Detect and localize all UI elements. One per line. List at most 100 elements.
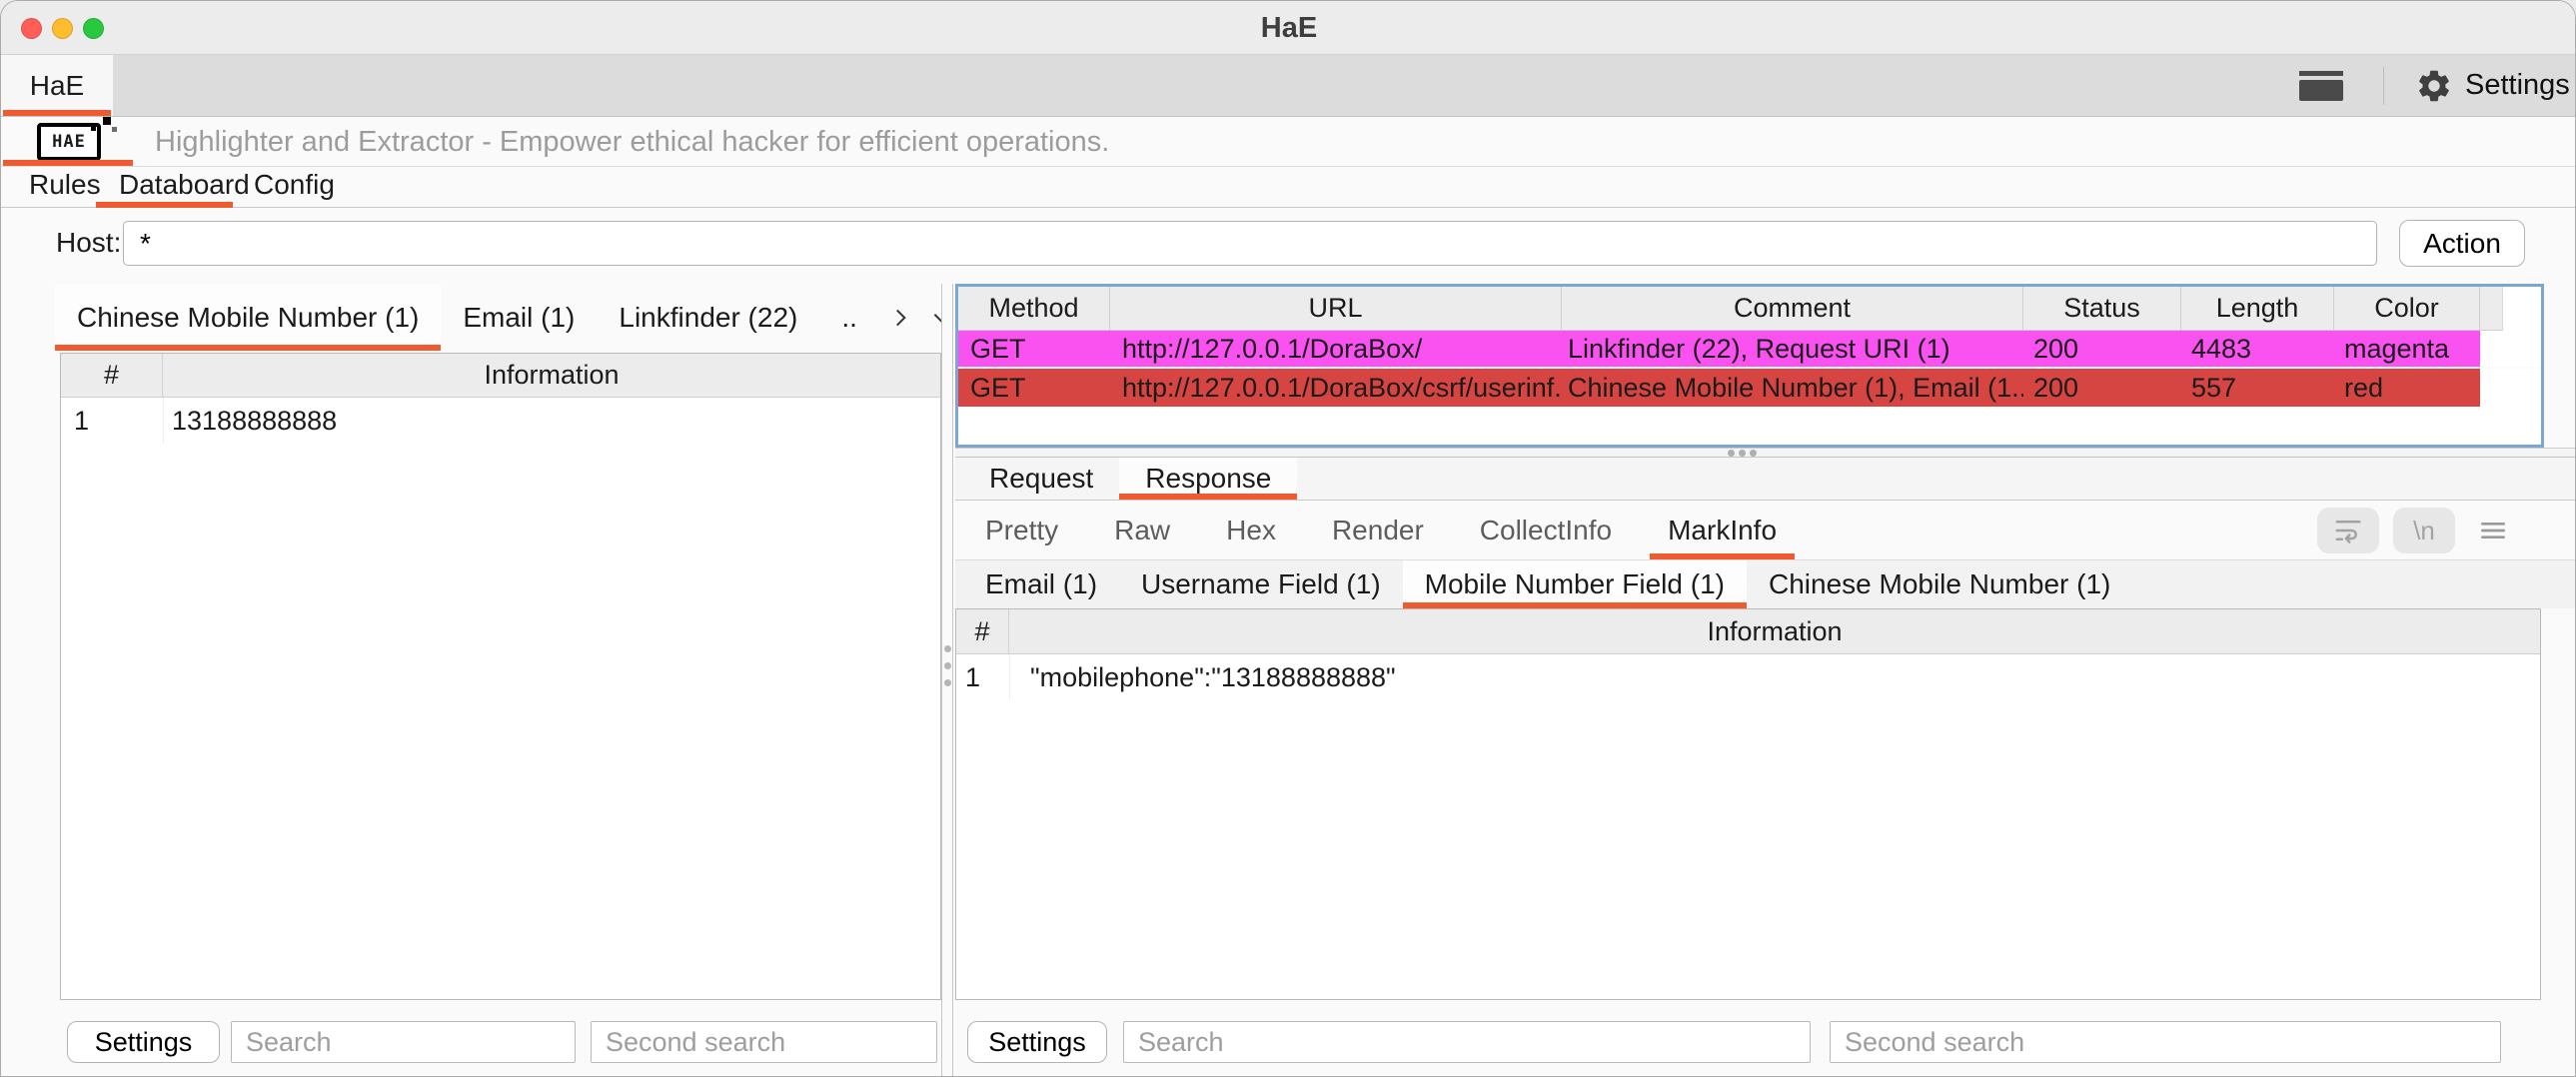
host-input[interactable] — [123, 221, 2377, 266]
cell-url: http://127.0.0.1/DoraBox/csrf/userinf... — [1122, 373, 1562, 404]
left-second-search-input[interactable] — [591, 1021, 937, 1063]
tab-collectinfo[interactable]: CollectInfo — [1452, 501, 1640, 559]
extension-banner: HAE Highlighter and Extractor - Empower … — [1, 117, 2576, 167]
logo-sparkle-icon — [103, 117, 111, 125]
column-header-method[interactable]: Method — [958, 287, 1110, 331]
newline-icon[interactable]: \n — [2393, 508, 2455, 553]
tab-render[interactable]: Render — [1304, 501, 1452, 559]
hae-logo-text: HAE — [52, 132, 86, 152]
tab-linkfinder[interactable]: Linkfinder (22) — [597, 284, 819, 351]
column-header-status[interactable]: Status — [2023, 287, 2181, 331]
titlebar: HaE — [1, 1, 2576, 55]
url-table-header: Method URL Comment Status Length Color — [958, 287, 2541, 331]
cell-length: 4483 — [2191, 334, 2251, 365]
app-tab-bar: HaE Settings — [1, 55, 2576, 117]
cell-color: magenta — [2344, 334, 2449, 365]
word-wrap-icon[interactable] — [2317, 508, 2379, 553]
left-settings-button[interactable]: Settings — [67, 1021, 220, 1063]
url-row-magenta[interactable]: GET http://127.0.0.1/DoraBox/ Linkfinder… — [958, 331, 2541, 369]
tab-pretty[interactable]: Pretty — [957, 501, 1086, 559]
tab-overflow-dots[interactable]: .. — [819, 284, 879, 351]
request-url-table: Method URL Comment Status Length Color G… — [955, 284, 2544, 448]
vertical-splitter[interactable] — [941, 284, 953, 1077]
cell-method: GET — [970, 373, 1026, 404]
cell-status: 200 — [2033, 334, 2078, 365]
cell-length: 557 — [2191, 373, 2236, 404]
column-header-information[interactable]: Information — [1009, 609, 2540, 653]
tab-hex[interactable]: Hex — [1198, 501, 1304, 559]
cell-comment: Linkfinder (22), Request URI (1) — [1568, 334, 1950, 365]
cell-comment: Chinese Mobile Number (1), Email (1... — [1568, 373, 2023, 404]
settings-label: Settings — [2465, 69, 2570, 102]
editor-menu-icon[interactable] — [2469, 508, 2517, 553]
cell-num: 1 — [956, 654, 1009, 700]
message-tabs: Request Response — [955, 458, 2576, 501]
cell-method: GET — [970, 334, 1026, 365]
tab-request[interactable]: Request — [963, 458, 1119, 500]
markinfo-tabs: Email (1) Username Field (1) Mobile Numb… — [955, 560, 2576, 608]
logo-sparkle-icon — [91, 126, 96, 131]
tab-raw[interactable]: Raw — [1086, 501, 1198, 559]
action-button[interactable]: Action — [2399, 220, 2525, 267]
column-header-length[interactable]: Length — [2181, 287, 2334, 331]
cell-status: 200 — [2033, 373, 2078, 404]
column-header-color[interactable]: Color — [2334, 287, 2480, 331]
host-label: Host: — [56, 208, 121, 281]
markinfo-table: # Information 1 "mobilephone":"131888888… — [955, 608, 2541, 1000]
table-header: # Information — [61, 354, 940, 398]
tab-mark-username-field[interactable]: Username Field (1) — [1119, 560, 1403, 608]
tab-mark-mobile-number-field[interactable]: Mobile Number Field (1) — [1403, 560, 1747, 608]
logo-tab-underline — [3, 160, 133, 166]
horizontal-splitter[interactable] — [955, 448, 2576, 458]
right-settings-button[interactable]: Settings — [967, 1021, 1107, 1063]
right-search-input[interactable] — [1123, 1021, 1811, 1063]
column-header-url[interactable]: URL — [1110, 287, 1562, 331]
tab-mark-chinese-mobile-number[interactable]: Chinese Mobile Number (1) — [1747, 560, 2132, 608]
tab-mark-email[interactable]: Email (1) — [963, 560, 1119, 608]
column-header-num[interactable]: # — [956, 609, 1009, 653]
host-filter-bar: Host: Action — [1, 208, 2576, 281]
tab-email[interactable]: Email (1) — [441, 284, 597, 351]
tagline: Highlighter and Extractor - Empower ethi… — [155, 117, 1109, 167]
gear-icon — [2415, 67, 2453, 105]
table-row[interactable]: 1 "mobilephone":"13188888888" — [956, 654, 2540, 700]
column-header-comment[interactable]: Comment — [1562, 287, 2023, 331]
toolbar-divider — [2383, 67, 2384, 105]
tab-markinfo[interactable]: MarkInfo — [1640, 501, 1805, 559]
table-header: # Information — [956, 609, 2540, 654]
tab-response[interactable]: Response — [1119, 458, 1297, 500]
cell-url: http://127.0.0.1/DoraBox/ — [1122, 334, 1422, 365]
editor-toolbar: \n — [2317, 508, 2517, 553]
active-category-underline — [55, 345, 441, 351]
extracted-data-table: # Information 1 13188888888 — [60, 353, 941, 1000]
tab-rules[interactable]: Rules — [29, 167, 101, 208]
active-tab-underline — [3, 110, 111, 116]
view-tabs: Pretty Raw Hex Render CollectInfo MarkIn… — [955, 501, 2576, 560]
logo-sparkle-icon — [112, 127, 117, 132]
databoard-content: Chinese Mobile Number (1) Email (1) Link… — [1, 281, 2576, 1077]
scrollbar-corner — [2480, 287, 2503, 331]
active-view-underline — [1650, 553, 1795, 559]
result-category-tabs: Chinese Mobile Number (1) Email (1) Link… — [55, 284, 963, 351]
cell-information: 13188888888 — [163, 398, 940, 444]
cell-color: red — [2344, 373, 2383, 404]
tab-chinese-mobile-number[interactable]: Chinese Mobile Number (1) — [55, 284, 441, 351]
window-title: HaE — [1, 1, 2576, 55]
column-header-num[interactable]: # — [61, 354, 163, 397]
hae-window: HaE HaE Settings HAE Highlighter and Ext… — [0, 0, 2576, 1077]
left-search-input[interactable] — [231, 1021, 576, 1063]
tab-config[interactable]: Config — [254, 167, 335, 208]
tab-hae[interactable]: HaE — [1, 55, 113, 116]
window-layout-icon[interactable] — [2299, 71, 2343, 101]
right-second-search-input[interactable] — [1830, 1021, 2501, 1063]
url-row-red[interactable]: GET http://127.0.0.1/DoraBox/csrf/userin… — [958, 369, 2541, 407]
column-header-information[interactable]: Information — [163, 354, 940, 397]
cell-num: 1 — [61, 398, 163, 444]
scrollbar-track — [2503, 287, 2541, 331]
tab-hae-label: HaE — [30, 70, 84, 102]
active-message-underline — [1119, 494, 1297, 500]
settings-button[interactable]: Settings — [2415, 55, 2570, 116]
cell-information: "mobilephone":"13188888888" — [1009, 654, 2540, 700]
chevron-right-icon[interactable] — [879, 284, 921, 351]
table-row[interactable]: 1 13188888888 — [61, 398, 940, 444]
